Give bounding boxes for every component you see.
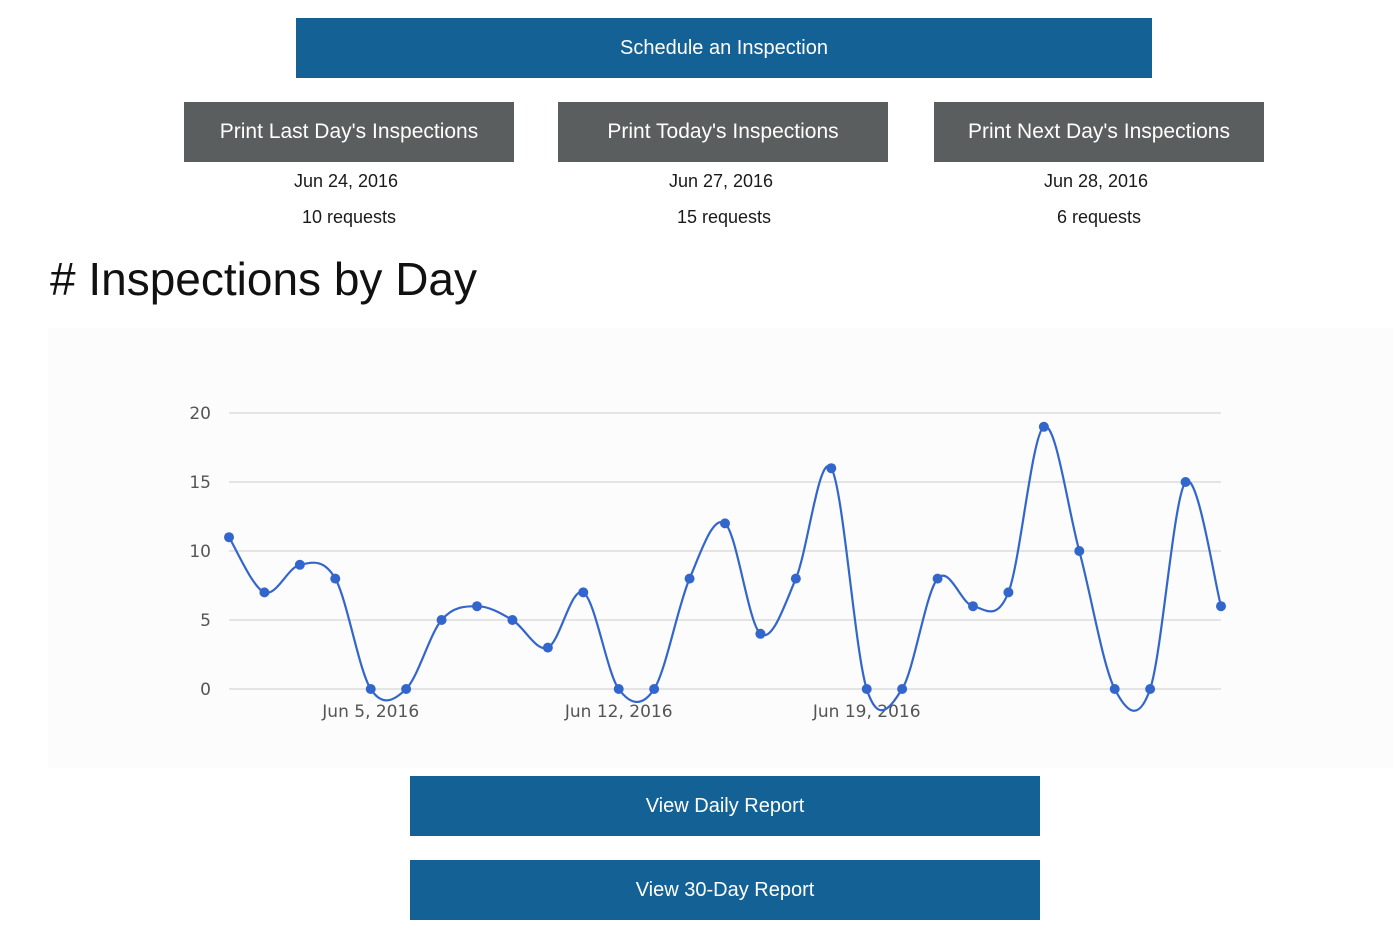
x-tick-label: Jun 19, 2016 — [812, 702, 921, 722]
data-point — [436, 615, 447, 625]
data-point — [365, 684, 376, 694]
inspections-by-day-title: # Inspections by Day — [50, 253, 478, 305]
data-point — [932, 573, 943, 584]
data-point — [330, 573, 341, 584]
data-point — [968, 601, 978, 612]
x-tick-label: Jun 5, 2016 — [321, 702, 419, 722]
print-next-day-button[interactable]: Print Next Day's Inspections — [934, 102, 1264, 162]
data-point — [294, 559, 305, 570]
schedule-inspection-label: Schedule an Inspection — [620, 36, 828, 59]
print-today-label: Print Today's Inspections — [607, 120, 839, 143]
data-point — [259, 587, 270, 598]
data-point — [1180, 477, 1191, 487]
data-point — [649, 684, 660, 694]
print-today-button[interactable]: Print Today's Inspections — [558, 102, 888, 162]
data-point — [1109, 684, 1120, 694]
x-tick-label: Jun 12, 2016 — [564, 702, 673, 722]
data-point — [507, 615, 518, 625]
data-point — [1216, 601, 1226, 612]
view-daily-report-label: View Daily Report — [645, 794, 805, 817]
data-point — [401, 684, 412, 694]
data-point — [861, 684, 872, 694]
data-point — [224, 532, 234, 543]
next-day-requests: 6 requests — [1056, 207, 1142, 227]
data-point — [790, 573, 801, 584]
y-tick-label: 20 — [189, 404, 211, 424]
today-date: Jun 27, 2016 — [668, 171, 774, 191]
last-day-date: Jun 24, 2016 — [293, 171, 399, 191]
data-point — [613, 684, 624, 694]
view-30-day-report-label: View 30-Day Report — [635, 878, 815, 901]
data-point — [1038, 421, 1049, 432]
y-tick-label: 10 — [189, 542, 211, 562]
view-30-day-report-button[interactable]: View 30-Day Report — [410, 860, 1040, 920]
today-requests: 15 requests — [676, 207, 772, 227]
view-daily-report-button[interactable]: View Daily Report — [410, 776, 1040, 836]
inspections-line-chart: 0 5 10 15 20 Jun 5, 2016 Jun 12, 2016 Jun 19, 2… — [189, 404, 1226, 722]
y-tick-label: 0 — [200, 680, 211, 700]
inspections-chart: 0 5 10 15 20 Jun 5, 2016 Jun 12, 2016 Jun 19, 2… — [48, 328, 1394, 768]
series-line — [228, 425, 1223, 712]
y-tick-label: 15 — [189, 473, 211, 493]
data-point — [1003, 587, 1014, 598]
print-last-day-button[interactable]: Print Last Day's Inspections — [184, 102, 514, 162]
data-point — [897, 684, 908, 694]
last-day-requests: 10 requests — [301, 207, 397, 227]
data-point — [720, 518, 730, 529]
data-point — [472, 601, 482, 612]
data-point — [826, 463, 837, 474]
y-tick-label: 5 — [200, 611, 211, 631]
data-point — [542, 642, 553, 653]
print-next-day-label: Print Next Day's Inspections — [968, 120, 1230, 143]
print-last-day-label: Print Last Day's Inspections — [219, 120, 479, 143]
data-point — [684, 573, 695, 584]
data-point — [755, 628, 766, 639]
data-point — [1074, 546, 1085, 556]
schedule-inspection-button[interactable]: Schedule an Inspection — [296, 18, 1152, 78]
data-point — [1145, 684, 1156, 694]
next-day-date: Jun 28, 2016 — [1043, 171, 1149, 191]
data-point — [578, 587, 589, 598]
